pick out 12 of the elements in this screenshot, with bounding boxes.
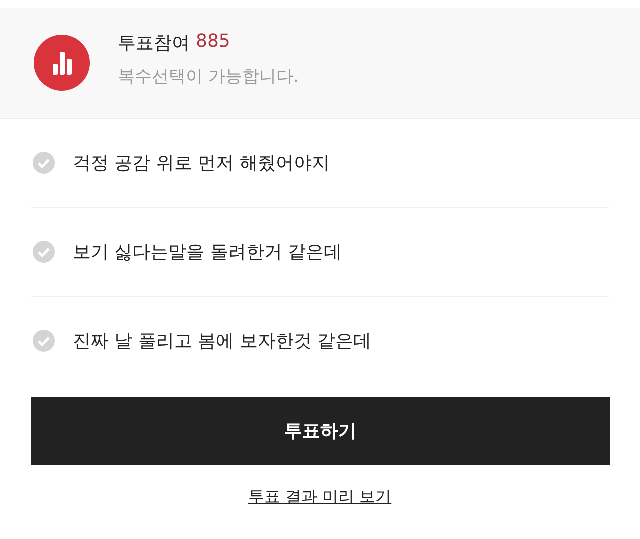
check-icon[interactable] [33, 330, 55, 352]
option-label[interactable]: 걱정 공감 위로 먼저 해줬어야지 [73, 151, 330, 175]
bar-chart-icon [34, 35, 90, 91]
participant-count: 885 [196, 30, 230, 54]
preview-results-link[interactable]: 투표 결과 미리 보기 [248, 487, 392, 506]
option-label[interactable]: 보기 싫다는말을 돌려한거 같은데 [73, 240, 342, 264]
poll-title: 투표참여 [118, 32, 190, 54]
poll-subtitle: 복수선택이 가능합니다. [118, 66, 299, 88]
check-icon[interactable] [33, 152, 55, 174]
vote-button[interactable]: 투표하기 [31, 397, 610, 465]
check-icon[interactable] [33, 241, 55, 263]
option-label[interactable]: 진짜 날 풀리고 봄에 보자한것 같은데 [73, 329, 372, 353]
